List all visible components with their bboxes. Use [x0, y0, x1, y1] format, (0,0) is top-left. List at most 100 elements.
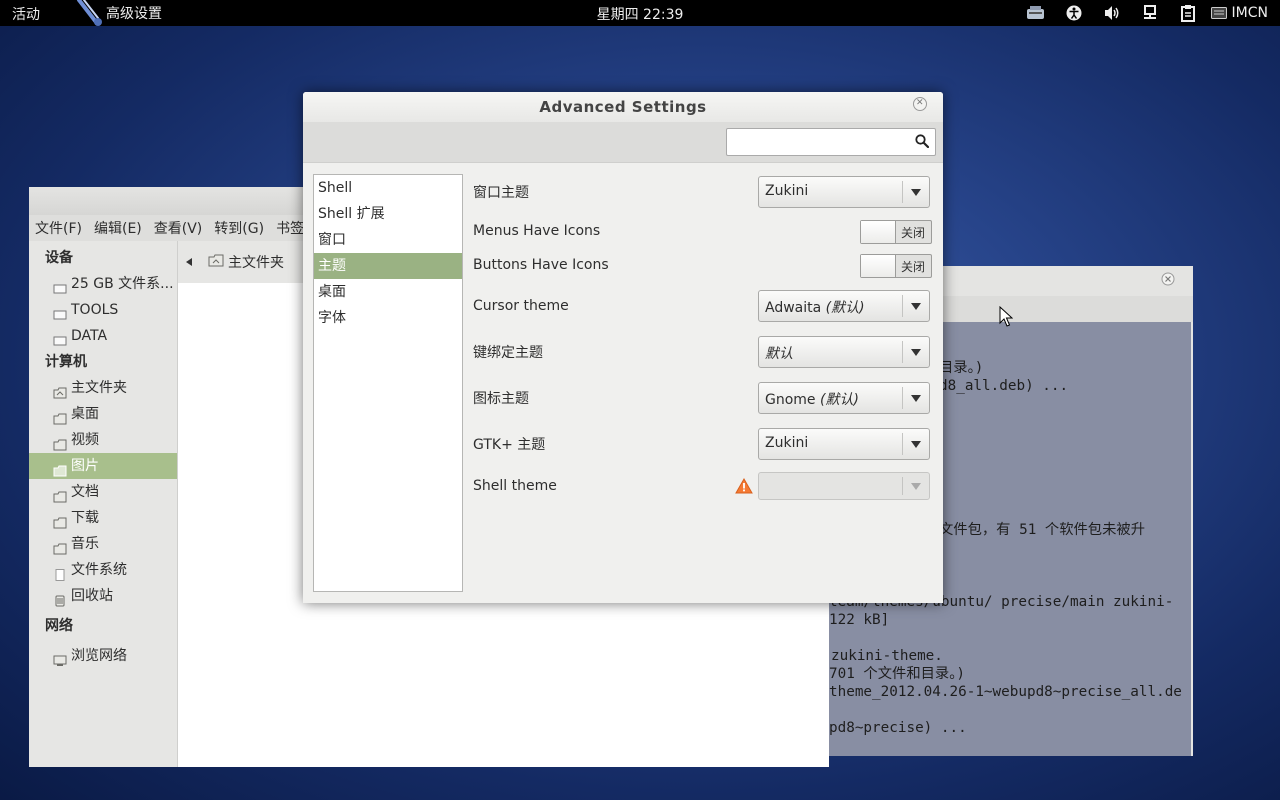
display-icon[interactable]: [1017, 0, 1055, 26]
sidebar-item-label: 浏览网络: [71, 648, 127, 664]
icon-theme-combo[interactable]: Gnome (默认): [758, 382, 930, 414]
sidebar-header-network: 网络: [45, 618, 73, 634]
sidebar-item-browse-network[interactable]: 浏览网络: [29, 643, 177, 669]
sidebar-item-label: 25 GB 文件系...: [71, 276, 174, 292]
file-icon: [53, 564, 67, 581]
clock[interactable]: 星期四 22:39: [597, 7, 684, 23]
search-field[interactable]: [726, 128, 936, 156]
terminal-line: 701 个文件和目录。): [829, 666, 965, 682]
category-desktop[interactable]: 桌面: [314, 279, 462, 305]
sidebar-item-label: TOOLS: [71, 302, 119, 318]
sidebar-item-documents[interactable]: 文档: [29, 479, 177, 505]
terminal-line: theme_2012.04.26-1~webupd8~precise_all.d…: [829, 684, 1182, 700]
mouse-cursor-icon: [999, 305, 1014, 332]
system-tray: IMCN: [1017, 0, 1268, 26]
category-fonts[interactable]: 字体: [314, 305, 462, 331]
buttons-have-icons-switch[interactable]: 关闭: [860, 254, 932, 278]
advanced-settings-window: Advanced Settings ✕ Shell Shell 扩展 窗口 主题…: [303, 92, 943, 603]
close-icon[interactable]: ✕: [913, 97, 927, 111]
sidebar-item-label: 文档: [71, 484, 99, 500]
advanced-settings-titlebar[interactable]: Advanced Settings ✕: [303, 92, 943, 122]
row-cursor-theme: Cursor theme Adwaita (默认): [473, 290, 933, 322]
sidebar-item-filesystem[interactable]: 文件系统: [29, 557, 177, 583]
menu-go[interactable]: 转到(G): [208, 218, 270, 238]
file-manager-sidebar: 设备 25 GB 文件系... TOOLS DATA 计算机 主文件夹 桌面 视…: [29, 241, 178, 767]
menu-view[interactable]: 查看(V): [148, 218, 209, 238]
network-icon[interactable]: [1131, 0, 1169, 26]
sidebar-header-devices: 设备: [45, 250, 73, 266]
home-folder-icon: [208, 253, 224, 271]
sidebar-item-trash[interactable]: 回收站: [29, 583, 177, 609]
gtk-theme-label: GTK+ 主题: [473, 437, 546, 453]
combo-value: Zukini: [765, 183, 809, 199]
sidebar-item-home[interactable]: 主文件夹: [29, 375, 177, 401]
combo-value: Zukini: [765, 435, 809, 451]
chevron-down-icon: [911, 441, 921, 448]
row-icon-theme: 图标主题 Gnome (默认): [473, 382, 933, 414]
sidebar-item-tools[interactable]: TOOLS: [29, 297, 177, 323]
path-button-home[interactable]: 主文件夹: [208, 252, 284, 272]
app-menu[interactable]: 高级设置: [76, 0, 162, 26]
sidebar-item-label: 主文件夹: [71, 380, 127, 396]
input-method-label: IMCN: [1231, 5, 1268, 21]
top-panel: 活动 高级设置 星期四 22:39 IMCN: [0, 0, 1280, 26]
sidebar-item-music[interactable]: 音乐: [29, 531, 177, 557]
terminal-line: 文件包，有 51 个软件包未被升: [939, 522, 1145, 538]
buttons-have-icons-label: Buttons Have Icons: [473, 257, 609, 273]
menus-have-icons-switch[interactable]: 关闭: [860, 220, 932, 244]
row-keybinding-theme: 键绑定主题 默认: [473, 336, 933, 368]
drive-icon: [53, 278, 67, 294]
combo-value: Gnome (默认): [765, 392, 859, 408]
row-window-theme: 窗口主题 Zukini: [473, 176, 933, 208]
menus-have-icons-label: Menus Have Icons: [473, 223, 601, 239]
sidebar-item-data[interactable]: DATA: [29, 323, 177, 349]
accessibility-icon[interactable]: [1055, 0, 1093, 26]
sidebar-item-downloads[interactable]: 下载: [29, 505, 177, 531]
window-theme-combo[interactable]: Zukini: [758, 176, 930, 208]
folder-icon: [53, 486, 67, 503]
window-theme-label: 窗口主题: [473, 185, 529, 201]
sidebar-item-label: 桌面: [71, 406, 99, 422]
menu-file[interactable]: 文件(F): [29, 218, 88, 238]
category-shell[interactable]: Shell: [314, 175, 462, 201]
keybinding-theme-combo[interactable]: 默认: [758, 336, 930, 368]
row-shell-theme: Shell theme: [473, 472, 933, 500]
terminal-line: 目录。): [939, 360, 984, 376]
window-title: Advanced Settings: [539, 98, 707, 116]
input-method-indicator[interactable]: IMCN: [1207, 5, 1268, 21]
close-icon[interactable]: [1161, 272, 1175, 290]
home-folder-icon: [53, 382, 67, 399]
category-theme[interactable]: 主题: [314, 253, 462, 279]
sidebar-item-pictures[interactable]: 图片: [29, 453, 177, 479]
sidebar-item-desktop[interactable]: 桌面: [29, 401, 177, 427]
menu-edit[interactable]: 编辑(E): [88, 218, 148, 238]
gtk-theme-combo[interactable]: Zukini: [758, 428, 930, 460]
search-icon: [915, 134, 930, 152]
category-shell-extensions[interactable]: Shell 扩展: [314, 201, 462, 227]
path-back-arrow-icon[interactable]: [186, 258, 192, 266]
switch-state-label: 关闭: [901, 226, 926, 240]
volume-icon[interactable]: [1093, 0, 1131, 26]
switch-state-label: 关闭: [901, 260, 926, 274]
row-buttons-have-icons: Buttons Have Icons 关闭: [473, 254, 933, 278]
cursor-theme-combo[interactable]: Adwaita (默认): [758, 290, 930, 322]
sidebar-item-label: 视频: [71, 432, 99, 448]
drive-icon: [53, 330, 67, 346]
category-windows[interactable]: 窗口: [314, 227, 462, 253]
trash-icon: [53, 590, 67, 607]
folder-icon: [53, 434, 67, 451]
path-button-label: 主文件夹: [228, 255, 284, 271]
row-menus-have-icons: Menus Have Icons 关闭: [473, 220, 933, 244]
activities-button[interactable]: 活动: [12, 4, 40, 24]
shell-theme-combo[interactable]: [758, 472, 930, 500]
sidebar-item-videos[interactable]: 视频: [29, 427, 177, 453]
clipboard-icon[interactable]: [1169, 0, 1207, 26]
row-gtk-theme: GTK+ 主题 Zukini: [473, 428, 933, 460]
category-list: Shell Shell 扩展 窗口 主题 桌面 字体: [313, 174, 463, 592]
wrench-icon: [76, 0, 106, 26]
sidebar-item-filesystem-25gb[interactable]: 25 GB 文件系...: [29, 271, 177, 297]
chevron-down-icon: [911, 189, 921, 196]
sidebar-header-computer: 计算机: [45, 354, 87, 370]
combo-value: 默认: [765, 346, 793, 362]
icon-theme-label: 图标主题: [473, 391, 529, 407]
